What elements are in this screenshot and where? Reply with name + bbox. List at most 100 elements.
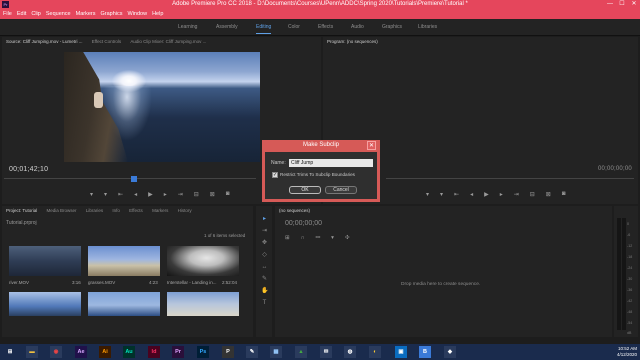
workspace-libraries[interactable]: Libraries (418, 19, 437, 36)
cancel-button[interactable]: Cancel (325, 186, 357, 194)
extract-icon[interactable]: ⊠ (546, 191, 551, 198)
tab-source[interactable]: Source: Cliff Jumping.mov - Lumetri ... (6, 39, 82, 44)
ripple-edit-tool-icon[interactable]: ✥ (261, 240, 268, 247)
system-tray-clock[interactable]: 10:52 AM 4/12/2020 (617, 346, 637, 358)
menu-graphics[interactable]: Graphics (101, 9, 123, 19)
ok-button[interactable]: OK (289, 186, 321, 194)
program-play-icon[interactable]: ▶ (484, 191, 489, 198)
snap-icon[interactable]: ∩ (301, 235, 305, 241)
program-mark-out-icon[interactable]: ▾ (440, 191, 443, 198)
slip-tool-icon[interactable]: ↔ (261, 264, 268, 271)
mark-out-icon[interactable]: ▾ (104, 191, 107, 198)
start-button-icon[interactable]: ⊞ (4, 346, 16, 358)
workspace-effects[interactable]: Effects (318, 19, 333, 36)
lift-icon[interactable]: ⊟ (530, 191, 535, 198)
premiere-taskbar-icon[interactable]: Pr (172, 346, 184, 358)
indesign-icon[interactable]: Id (148, 346, 160, 358)
project-thumbnail-5[interactable] (88, 292, 160, 316)
project-thumbnail-river[interactable] (9, 246, 81, 276)
menu-sequence[interactable]: Sequence (46, 9, 71, 19)
program-go-to-in-icon[interactable]: ⇤ (454, 191, 459, 198)
program-timecode[interactable]: 00;00;00;00 (598, 166, 632, 172)
app-triangle-icon[interactable]: ▲ (295, 346, 307, 358)
workspace-editing[interactable]: Editing (256, 19, 272, 36)
source-time-ruler[interactable] (4, 178, 256, 179)
program-time-ruler[interactable] (386, 178, 634, 179)
restrict-trims-checkbox[interactable]: ✓ (272, 172, 278, 178)
tab-audio-clip-mixer[interactable]: Audio Clip Mixer: Cliff Jumping.mov ... (130, 39, 206, 44)
project-thumbnail-4[interactable] (9, 292, 81, 316)
app-b-icon[interactable]: B (419, 346, 431, 358)
workspace-audio[interactable]: Audio (351, 19, 364, 36)
subclip-name-input[interactable]: Cliff Jump (289, 159, 373, 167)
app-globe-icon[interactable]: ◍ (344, 346, 356, 358)
program-mark-in-icon[interactable]: ▾ (426, 191, 429, 198)
menu-clip[interactable]: Clip (31, 9, 40, 19)
selection-tool-icon[interactable]: ▸ (261, 216, 268, 223)
minimize-button[interactable]: — (604, 0, 616, 9)
after-effects-icon[interactable]: Ae (75, 346, 87, 358)
program-export-frame-icon[interactable]: ◙ (562, 191, 566, 198)
insert-icon[interactable]: ⊟ (194, 191, 199, 198)
tab-markers[interactable]: Markers (152, 208, 168, 213)
nest-toggle-icon[interactable]: ⊞ (285, 235, 290, 241)
app-half-circle-icon[interactable]: ◐ (369, 346, 381, 358)
workspace-graphics[interactable]: Graphics (382, 19, 402, 36)
source-playhead[interactable] (131, 176, 137, 182)
tab-history[interactable]: History (178, 208, 192, 213)
program-go-to-out-icon[interactable]: ⇥ (514, 191, 519, 198)
program-step-back-icon[interactable]: ◂ (470, 191, 473, 198)
export-frame-icon[interactable]: ◙ (226, 191, 230, 198)
menu-help[interactable]: Help (152, 9, 163, 19)
tab-media-browser[interactable]: Media Browser (47, 208, 77, 213)
dialog-close-button[interactable]: ✕ (367, 141, 376, 150)
add-marker-icon[interactable]: ▾ (331, 235, 334, 241)
track-select-tool-icon[interactable]: ⇥ (261, 228, 268, 235)
tab-effects[interactable]: Effects (129, 208, 143, 213)
menu-window[interactable]: Window (128, 9, 148, 19)
project-thumbnail-6[interactable] (167, 292, 239, 316)
hand-tool-icon[interactable]: ✋ (261, 288, 268, 295)
overwrite-icon[interactable]: ⊠ (210, 191, 215, 198)
play-icon[interactable]: ▶ (148, 191, 153, 198)
tab-effect-controls[interactable]: Effect Controls (92, 39, 121, 44)
app-diamond-icon[interactable]: ◆ (444, 346, 456, 358)
workspace-color[interactable]: Color (288, 19, 300, 36)
close-button[interactable]: ✕ (628, 0, 640, 9)
step-forward-icon[interactable]: ▸ (164, 191, 167, 198)
tab-libraries[interactable]: Libraries (86, 208, 103, 213)
app-grid-icon[interactable]: ▦ (270, 346, 282, 358)
menu-file[interactable]: File (3, 9, 12, 19)
tab-program[interactable]: Program: (no sequences) (327, 39, 378, 44)
timeline-timecode[interactable]: 00;00;00;00 (285, 220, 322, 227)
app-square-icon[interactable]: ▣ (395, 346, 407, 358)
pen-tool-icon[interactable]: ✎ (261, 276, 268, 283)
photoshop-icon[interactable]: Ps (197, 346, 209, 358)
mail-icon[interactable]: ✉ (320, 346, 332, 358)
project-thumbnail-grasses[interactable] (88, 246, 160, 276)
workspace-learning[interactable]: Learning (178, 19, 197, 36)
razor-tool-icon[interactable]: ◇ (261, 252, 268, 259)
mark-in-icon[interactable]: ▾ (90, 191, 93, 198)
workspace-assembly[interactable]: Assembly (216, 19, 238, 36)
source-video-frame[interactable] (64, 52, 260, 162)
type-tool-icon[interactable]: T (261, 300, 268, 307)
app-p-icon[interactable]: P (222, 346, 234, 358)
maximize-button[interactable]: ☐ (616, 0, 628, 9)
project-thumbnail-interstellar[interactable] (167, 246, 239, 276)
illustrator-icon[interactable]: Ai (99, 346, 111, 358)
tab-info[interactable]: Info (112, 208, 120, 213)
tab-timeline[interactable]: (no sequences) (279, 208, 310, 213)
source-timecode[interactable]: 00;01;42;10 (9, 166, 48, 173)
tab-project[interactable]: Project: Tutorial (6, 208, 37, 213)
linked-selection-icon[interactable]: ⚯ (316, 235, 321, 241)
go-to-out-icon[interactable]: ⇥ (178, 191, 183, 198)
timeline-settings-icon[interactable]: ✣ (345, 235, 350, 241)
go-to-in-icon[interactable]: ⇤ (118, 191, 123, 198)
menu-edit[interactable]: Edit (17, 9, 26, 19)
menu-markers[interactable]: Markers (76, 9, 96, 19)
audition-icon[interactable]: Au (123, 346, 135, 358)
program-step-forward-icon[interactable]: ▸ (500, 191, 503, 198)
app-pen-icon[interactable]: ✎ (246, 346, 258, 358)
file-explorer-icon[interactable]: ▬ (26, 346, 38, 358)
